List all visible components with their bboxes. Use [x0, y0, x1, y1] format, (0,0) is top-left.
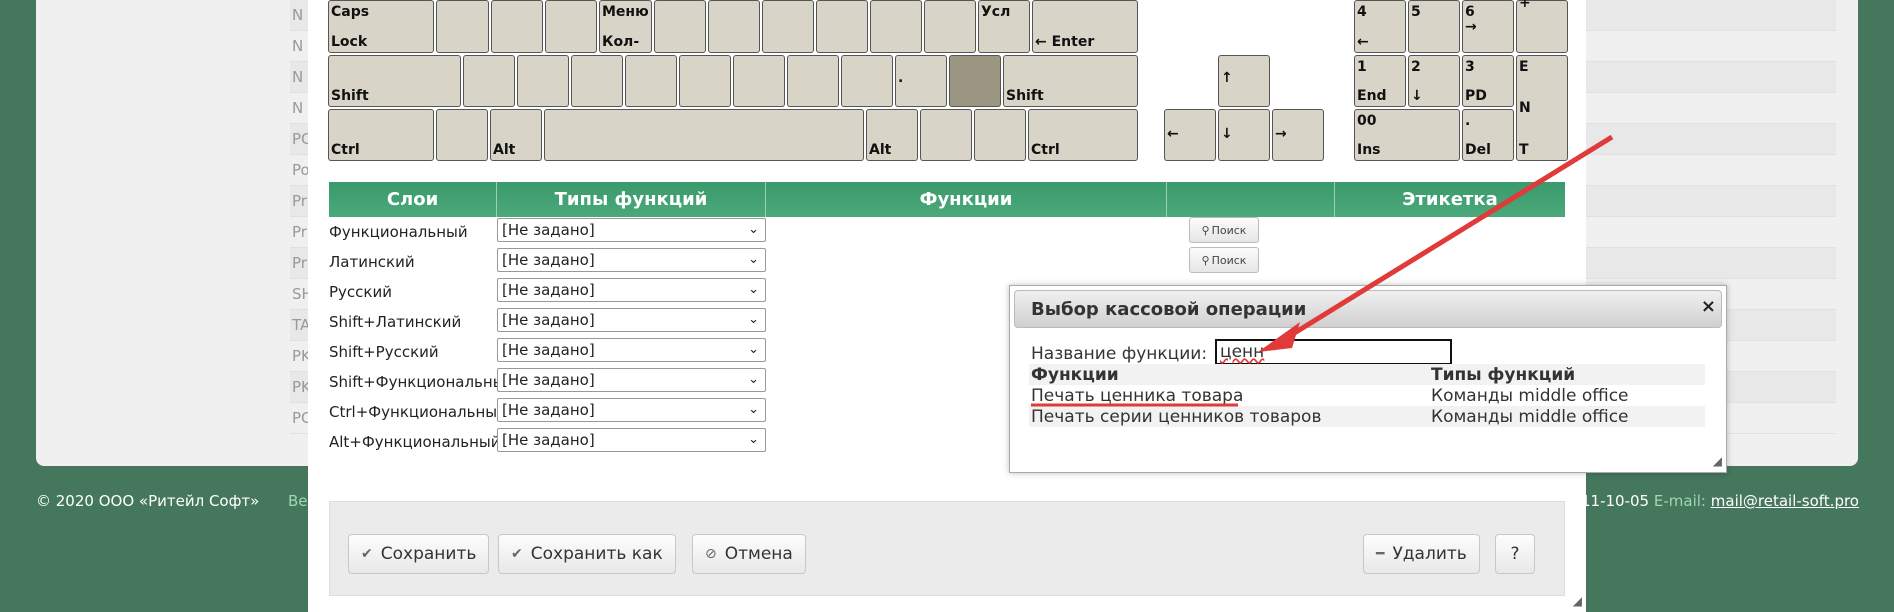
annotation-arrow: [1273, 134, 1614, 348]
annotation-overlay: [1031, 134, 1614, 407]
annotation-arrowhead: [1258, 322, 1300, 352]
